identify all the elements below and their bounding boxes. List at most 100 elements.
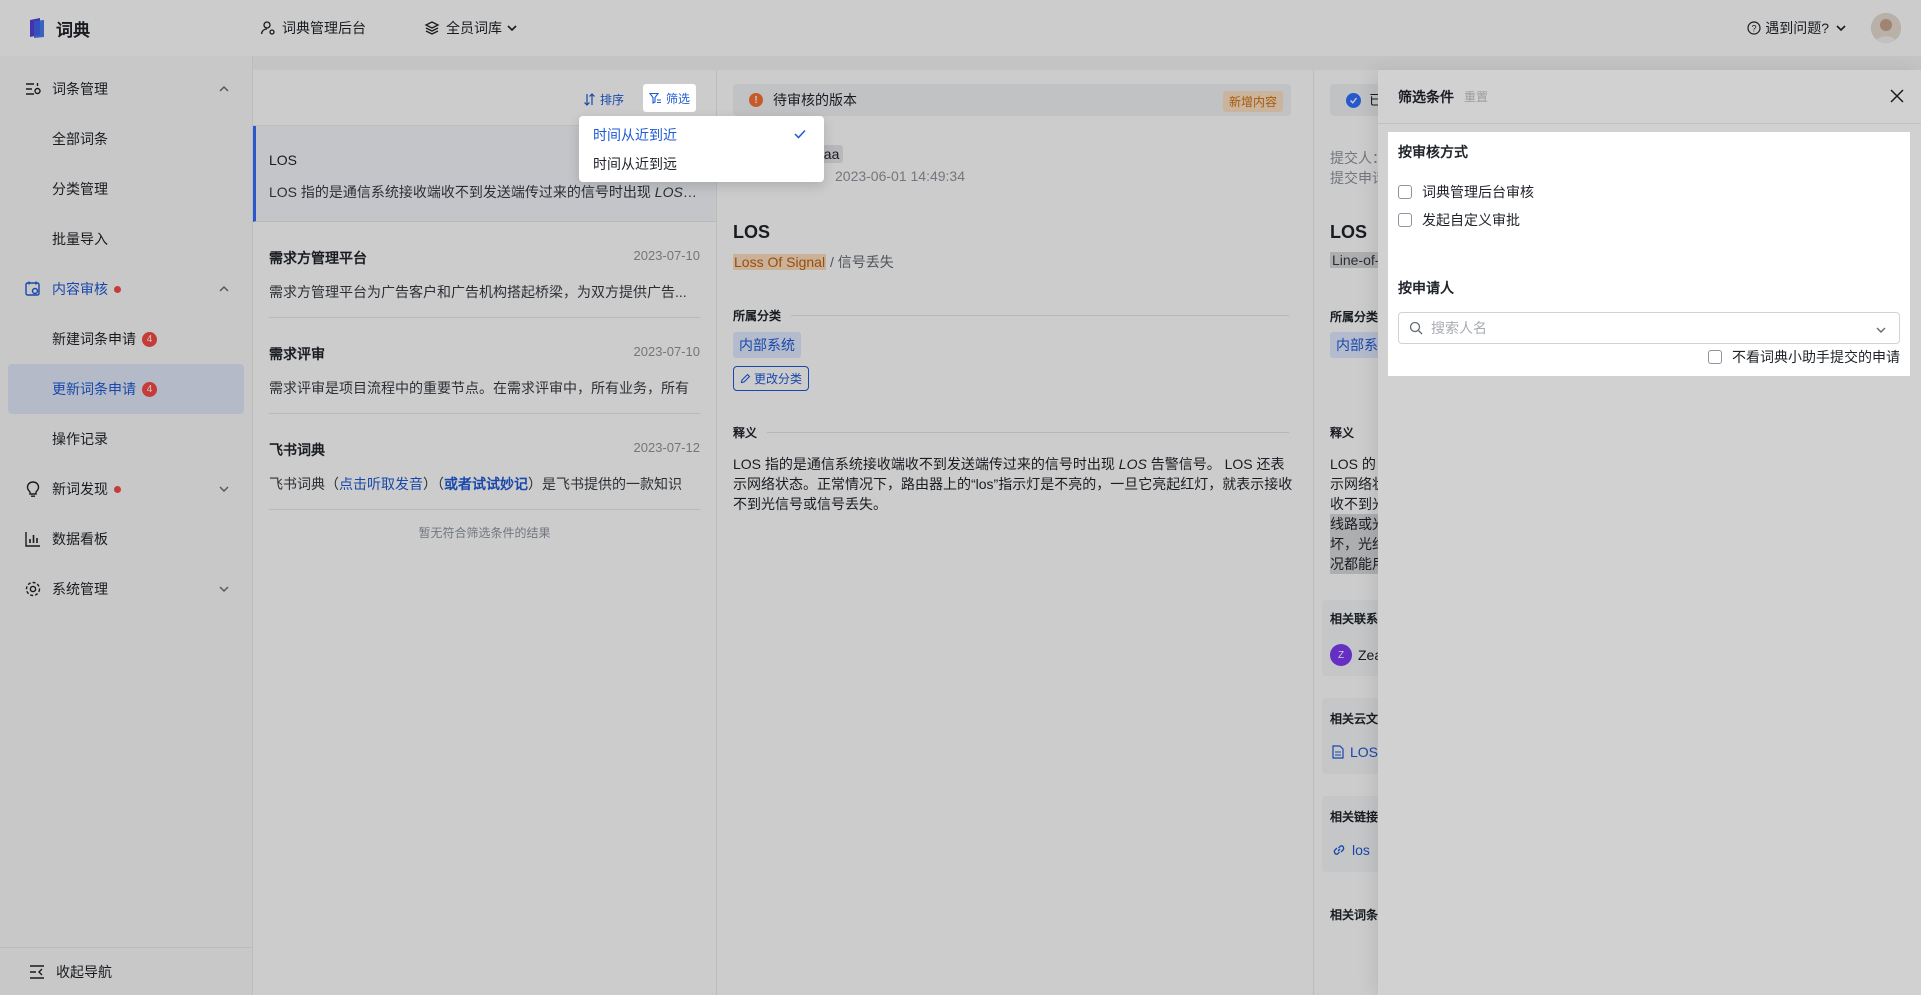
definition-text: LOS 指的是通信系统接收端收不到发送端传过来的信号时出现 LOS 告警信号。 … (733, 454, 1293, 514)
entry-desc-text: ）（ (423, 476, 444, 492)
count-badge: 4 (142, 331, 157, 347)
user-photo-icon (1871, 13, 1901, 43)
nav-group-new-word-discovery[interactable]: 新词发现 (0, 464, 252, 514)
filter-drawer-header: 筛选条件 重置 (1378, 70, 1921, 124)
sort-button[interactable]: 排序 (583, 88, 624, 110)
help-dropdown[interactable]: ? 遇到问题? (1747, 18, 1847, 38)
filter-drawer-title: 筛选条件 (1398, 88, 1454, 105)
nav-group-label: 数据看板 (52, 531, 108, 547)
review-option-label: 词典管理后台审核 (1422, 184, 1534, 200)
nav-group-label: 内容审核 (52, 281, 108, 297)
term-abbreviation: Loss Of Signal / 信号丢失 (733, 252, 894, 272)
entry-date: 2023-07-12 (633, 440, 701, 455)
notification-dot (114, 485, 121, 493)
nav-group-content-review[interactable]: 内容审核 (0, 264, 252, 314)
entry-date: 2023-07-10 (633, 248, 701, 263)
chevron-down-icon (1876, 327, 1886, 333)
pronunciation-link[interactable]: 点击听取发音 (339, 476, 423, 492)
entry-description: 需求方管理平台为广告客户和广告机构搭起桥梁，为双方提供广告... (269, 284, 687, 300)
document-icon (1332, 745, 1344, 759)
sort-option-oldest[interactable]: 时间从近到远 (583, 149, 820, 178)
category-section-label: 所属分类 (733, 307, 1289, 324)
library-dropdown[interactable]: 全员词库 (424, 18, 524, 38)
checkbox[interactable] (1398, 213, 1412, 227)
sidebar: 词条管理 全部词条 分类管理 批量导入 内容审核 新建词条申请 4 更新词条申请… (0, 56, 253, 995)
sidebar-item-new-entry-requests[interactable]: 新建词条申请 4 (0, 314, 252, 364)
collapse-sidebar-icon (30, 964, 44, 979)
sort-option-newest[interactable]: 时间从近到近 (583, 120, 820, 149)
sidebar-item-all-entries[interactable]: 全部词条 (0, 114, 252, 164)
notification-dot (114, 285, 121, 293)
sidebar-item-label: 操作记录 (52, 431, 108, 447)
chevron-down-icon (1836, 25, 1846, 32)
sidebar-item-categories[interactable]: 分类管理 (0, 164, 252, 214)
lightbulb-icon (26, 481, 40, 497)
review-icon (25, 281, 40, 296)
list-item[interactable]: 需求评审 2023-07-10 需求评审是项目流程中的重要节点。在需求评审中，所… (269, 318, 700, 414)
collapse-nav-label: 收起导航 (56, 963, 112, 980)
checkbox[interactable] (1708, 350, 1722, 364)
chevron-down-icon (219, 486, 229, 492)
filter-icon (649, 92, 661, 104)
applicant-search-placeholder: 搜索人名 (1431, 320, 1487, 336)
nav-group-data-dashboard[interactable]: 数据看板 (0, 514, 252, 564)
filter-button[interactable]: 筛选 (643, 84, 697, 112)
checkbox[interactable] (1398, 185, 1412, 199)
help-label: 遇到问题? (1765, 20, 1829, 36)
definition-em: LOS (1118, 456, 1147, 472)
list-settings-icon (26, 83, 41, 95)
change-category-button[interactable]: 更改分类 (733, 366, 810, 391)
library-label: 全员词库 (446, 20, 502, 36)
list-item[interactable]: 飞书词典 2023-07-12 飞书词典（点击听取发音）（或者试试妙记）是飞书提… (269, 414, 700, 510)
sidebar-item-update-entry-requests[interactable]: 更新词条申请 4 (8, 364, 244, 414)
collapse-nav-button[interactable]: 收起导航 (0, 947, 253, 995)
pending-status-label: 待审核的版本 (773, 92, 857, 108)
question-circle-icon: ? (1747, 21, 1761, 35)
exclude-assistant-option[interactable]: 不看词典小助手提交的申请 (1708, 347, 1900, 367)
review-option-admin[interactable]: 词典管理后台审核 (1398, 182, 1900, 202)
sidebar-item-label: 全部词条 (52, 131, 108, 147)
review-method-section: 按审核方式 (1398, 144, 1468, 160)
applicant-search-select[interactable]: 搜索人名 (1398, 312, 1900, 344)
pending-status-header: ! 待审核的版本 新增内容 (733, 84, 1291, 116)
entry-desc-text: 飞书词典（ (269, 476, 339, 492)
check-circle-icon (1346, 92, 1361, 108)
app-name: 词典 (56, 20, 90, 40)
sort-label: 排序 (600, 92, 625, 107)
brand[interactable]: 词典 (26, 16, 260, 41)
contact-avatar: Z (1330, 644, 1352, 666)
definition-part: LOS 指的是通信系统接收端收不到发送端传过来的信号时出现 (733, 456, 1119, 472)
admin-nav-label: 词典管理后台 (282, 20, 366, 36)
sidebar-item-label: 分类管理 (52, 181, 108, 197)
applicant-section: 按申请人 (1398, 280, 1454, 296)
filter-conditions-panel: 按审核方式 词典管理后台审核 发起自定义审批 按申请人 搜索人名 不看词典小助手… (1388, 132, 1910, 376)
gear-icon (25, 581, 41, 597)
entry-description: 需求评审是项目流程中的重要节点。在需求评审中，所有业务，所有 (269, 380, 689, 396)
minutes-link[interactable]: 或者试试妙记 (444, 476, 528, 492)
sidebar-item-operation-log[interactable]: 操作记录 (0, 414, 252, 464)
category-tag: 内部系统 (733, 332, 801, 358)
related-entries-label: 相关词条 (1330, 908, 1379, 922)
sidebar-item-label: 批量导入 (52, 231, 108, 247)
search-icon (1409, 321, 1423, 335)
change-category-label: 更改分类 (754, 372, 803, 386)
nav-group-entry-management[interactable]: 词条管理 (0, 64, 252, 114)
sidebar-item-bulk-import[interactable]: 批量导入 (0, 214, 252, 264)
user-avatar[interactable] (1871, 13, 1901, 43)
list-item[interactable]: 需求方管理平台 2023-07-10 需求方管理平台为广告客户和广告机构搭起桥梁… (269, 222, 700, 318)
review-option-label: 发起自定义审批 (1422, 212, 1520, 228)
term-title: LOS (733, 222, 771, 242)
sort-option-label: 时间从近到近 (593, 126, 677, 143)
filter-label: 筛选 (666, 91, 691, 106)
chevron-down-icon (507, 25, 517, 32)
nav-group-system-settings[interactable]: 系统管理 (0, 564, 252, 614)
count-badge: 4 (142, 381, 157, 397)
entry-description: LOS 指的是通信系统接收端收不到发送端传过来的信号时出现 LOS 告 (269, 182, 700, 202)
reset-button[interactable]: 重置 (1464, 88, 1488, 105)
related-link[interactable]: los (1332, 842, 1370, 858)
user-settings-icon (260, 21, 275, 35)
abbr-full-highlight: Loss Of Signal (733, 254, 827, 270)
close-icon[interactable] (1889, 88, 1905, 104)
admin-nav[interactable]: 词典管理后台 (260, 18, 366, 38)
review-option-custom-approval[interactable]: 发起自定义审批 (1398, 210, 1900, 230)
